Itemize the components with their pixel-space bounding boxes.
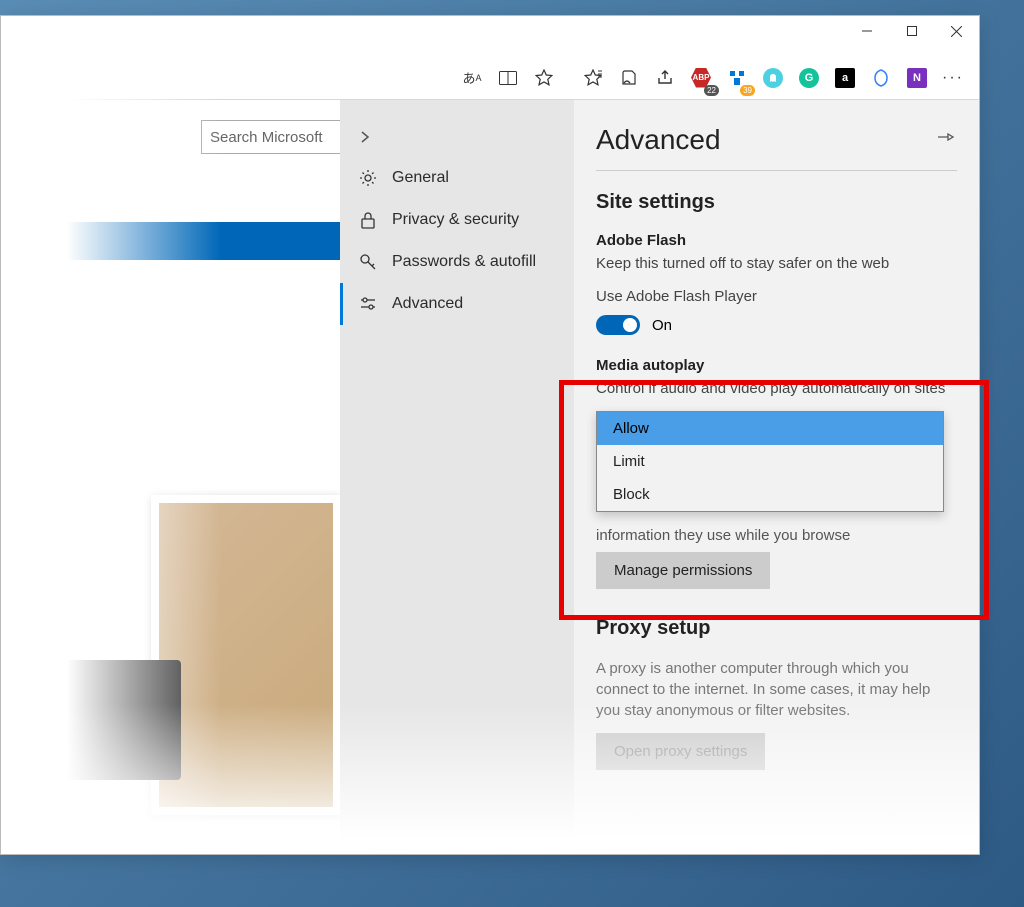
extension-icon-blue[interactable] [865,62,897,94]
page-content: Search Microsoft General [1,100,979,854]
nav-label: Privacy & security [392,211,519,229]
autoplay-desc: Control if audio and video play automati… [596,378,957,399]
onenote-extension-icon[interactable]: N [901,62,933,94]
page-header-strip [1,222,341,260]
proxy-desc: A proxy is another computer through whic… [596,658,957,721]
minimize-button[interactable] [844,16,889,46]
ghostery-extension-icon[interactable] [757,62,789,94]
settings-content: Advanced Site settings Adobe Flash Keep … [574,100,979,854]
open-proxy-button[interactable]: Open proxy settings [596,733,765,770]
dropdown-option-limit[interactable]: Limit [597,445,943,478]
proxy-title: Proxy setup [596,617,957,640]
panel-title: Advanced [596,124,721,156]
nav-privacy[interactable]: Privacy & security [340,199,574,241]
flash-desc: Keep this turned off to stay safer on th… [596,253,957,274]
key-icon [358,253,378,271]
share-icon[interactable] [649,62,681,94]
browser-window: あA ABP 22 39 [0,15,980,855]
maximize-button[interactable] [889,16,934,46]
dropdown-list: Allow Limit Block [596,411,944,512]
amazon-extension-icon[interactable]: a [829,62,861,94]
grammarly-extension-icon[interactable]: G [793,62,825,94]
flash-toggle-label: Use Adobe Flash Player [596,286,957,307]
back-button[interactable] [340,120,574,157]
flash-toggle[interactable] [596,315,640,335]
more-menu-icon[interactable]: ··· [937,62,969,94]
adblock-extension-icon[interactable]: ABP 22 [685,62,717,94]
background-laptop [61,660,181,780]
sliders-icon [358,295,378,313]
nav-label: Passwords & autofill [392,253,536,271]
flash-toggle-row: On [596,315,957,335]
panel-title-row: Advanced [596,124,957,156]
manage-permissions-button[interactable]: Manage permissions [596,552,770,589]
rewards-extension-icon[interactable]: 39 [721,62,753,94]
section-title: Site settings [596,191,957,214]
window-controls [844,16,979,46]
browser-toolbar: あA ABP 22 39 [1,56,979,100]
close-button[interactable] [934,16,979,46]
nav-label: General [392,169,449,187]
rewards-badge: 39 [740,85,755,96]
autoplay-title: Media autoplay [596,357,957,374]
lock-icon [358,211,378,229]
gear-icon [358,169,378,187]
dropdown-option-block[interactable]: Block [597,478,943,511]
separator [596,170,957,171]
nav-passwords[interactable]: Passwords & autofill [340,241,574,283]
favorite-star-icon[interactable] [528,62,560,94]
flash-title: Adobe Flash [596,232,957,249]
search-input[interactable]: Search Microsoft [201,120,341,154]
translate-icon[interactable]: あA [456,62,488,94]
nav-label: Advanced [392,295,463,313]
nav-advanced[interactable]: Advanced [340,283,574,325]
notes-icon[interactable] [613,62,645,94]
settings-panel: General Privacy & security Passwords & a… [340,100,979,854]
favorites-list-icon[interactable] [577,62,609,94]
adblock-badge: 22 [704,85,719,96]
toggle-state: On [652,317,672,334]
search-placeholder: Search Microsoft [210,129,323,146]
reading-view-icon[interactable] [492,62,524,94]
nav-general[interactable]: General [340,157,574,199]
settings-nav: General Privacy & security Passwords & a… [340,100,574,854]
pin-icon[interactable] [937,130,957,150]
dropdown-option-allow[interactable]: Allow [597,412,943,445]
